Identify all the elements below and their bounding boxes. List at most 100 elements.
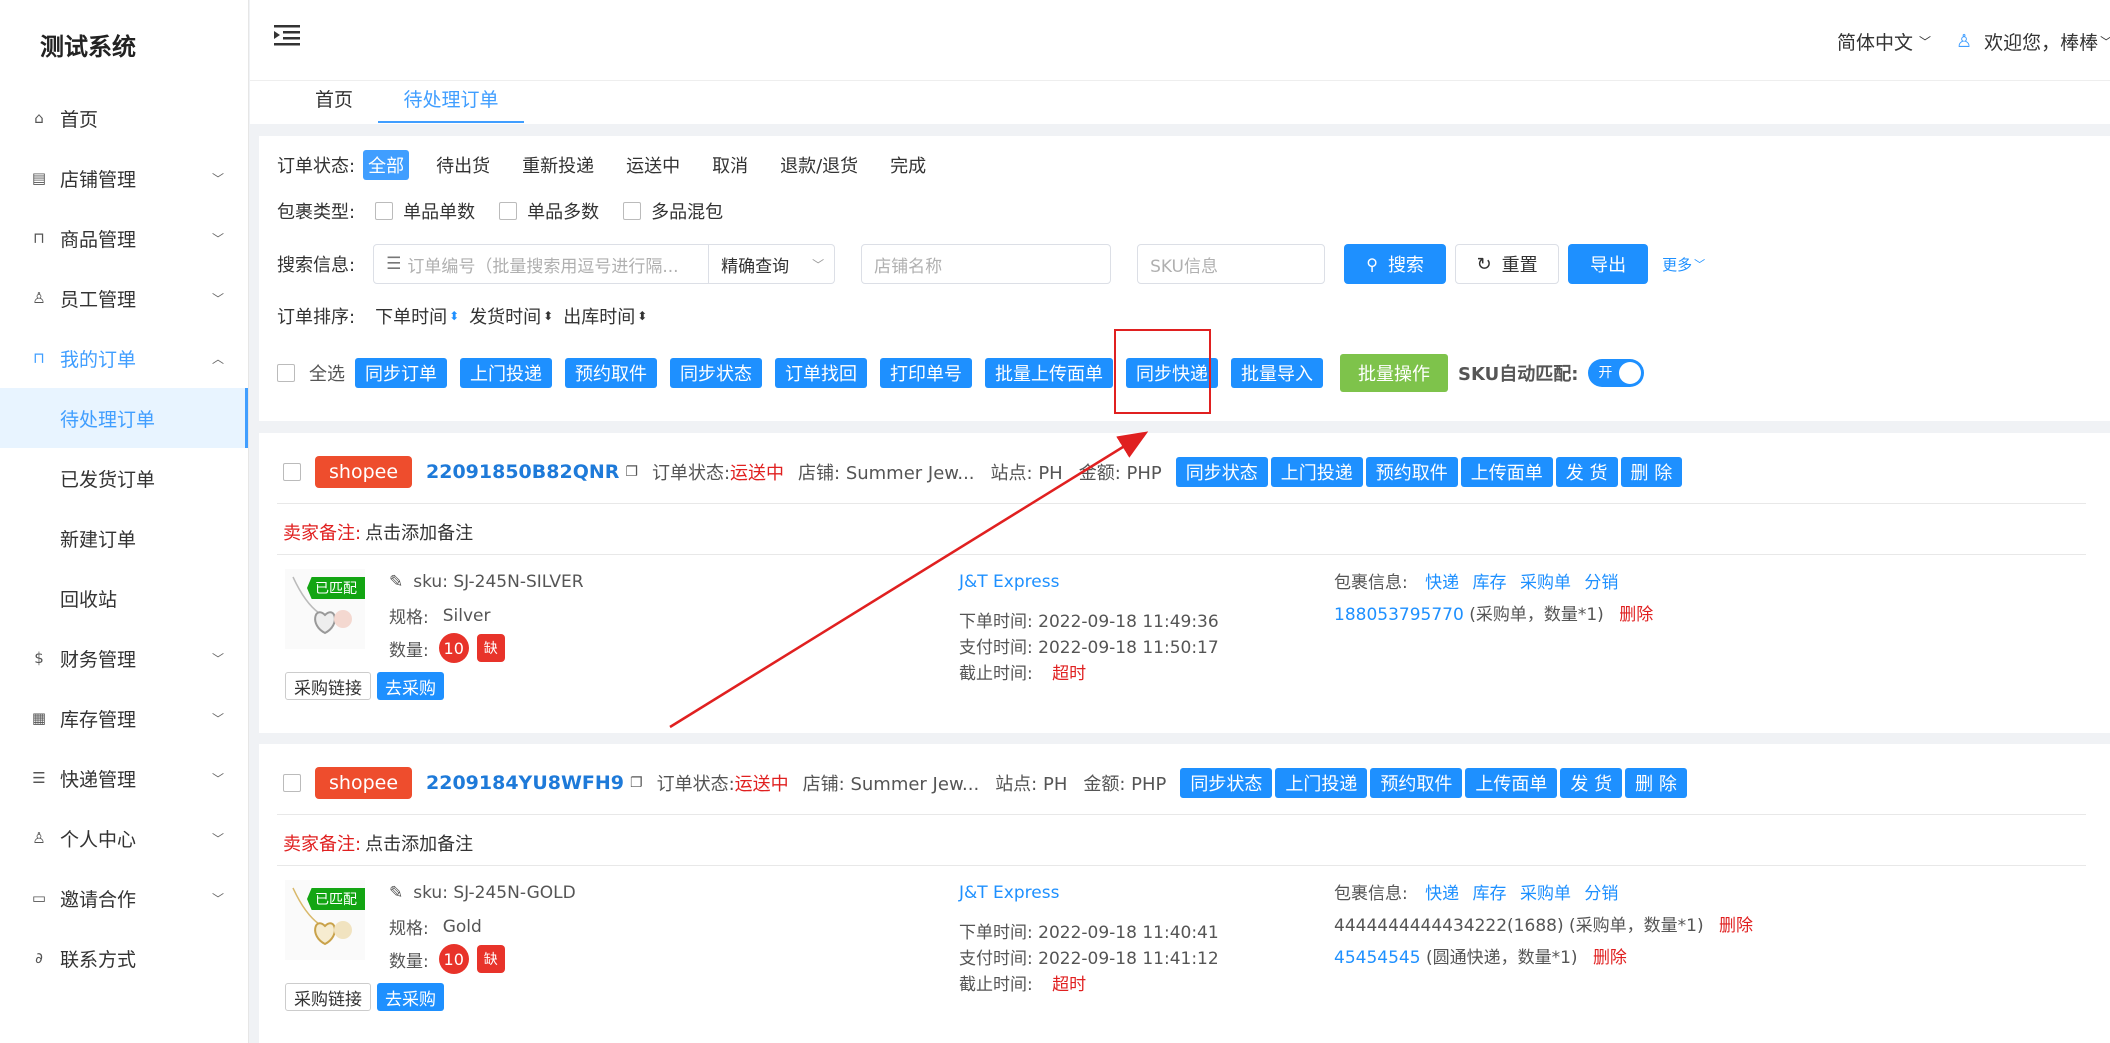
delete-button[interactable]: 删 除 [1620, 457, 1683, 487]
order-checkbox[interactable] [283, 463, 301, 481]
sort-option-outbound-time[interactable]: 出库时间 [563, 303, 635, 329]
sidebar-item-staff[interactable]: ♙ 员工管理 ﹀ [0, 268, 248, 328]
sort-icon[interactable]: ⬍ [543, 309, 553, 323]
schedule-pickup-button[interactable]: 预约取件 [565, 358, 657, 388]
sort-icon[interactable]: ⬍ [449, 309, 459, 323]
sidebar-subitem-shipped-orders[interactable]: 已发货订单 [0, 448, 248, 508]
sidebar-item-inventory[interactable]: ▦ 库存管理 ﹀ [0, 688, 248, 748]
batch-import-button[interactable]: 批量导入 [1231, 358, 1323, 388]
sidebar-subitem-pending-orders[interactable]: 待处理订单 [0, 388, 248, 448]
package-link-stock[interactable]: 库存 [1473, 884, 1507, 904]
package-link-distribution[interactable]: 分销 [1584, 884, 1618, 904]
sync-status-button[interactable]: 同步状态 [1180, 768, 1273, 798]
sku-input[interactable]: SKU信息 [1137, 244, 1326, 284]
sidebar-item-my-orders[interactable]: ⊓ 我的订单 ︿ [0, 328, 248, 388]
schedule-pickup-button[interactable]: 预约取件 [1365, 457, 1458, 487]
go-purchase-button[interactable]: 去采购 [377, 983, 444, 1011]
remark-add-link[interactable]: 点击添加备注 [365, 830, 473, 856]
ship-button[interactable]: 发 货 [1555, 457, 1618, 487]
status-option-refund[interactable]: 退款/退货 [775, 150, 863, 180]
package-id[interactable]: 45454545 [1334, 948, 1421, 968]
package-delete[interactable]: 删除 [1719, 916, 1753, 936]
sidebar-item-invite[interactable]: ▭ 邀请合作 ﹀ [0, 868, 248, 928]
edit-icon[interactable]: ✎ [389, 883, 403, 903]
menu-toggle-icon[interactable] [274, 24, 300, 46]
print-tracking-button[interactable]: 打印单号 [880, 358, 972, 388]
door-delivery-button[interactable]: 上门投递 [1270, 457, 1363, 487]
tab-home[interactable]: 首页 [304, 81, 364, 123]
sku-auto-match-toggle[interactable]: 开 [1588, 359, 1645, 387]
sort-icon[interactable]: ⬍ [637, 309, 647, 323]
batch-upload-label-button[interactable]: 批量上传面单 [985, 358, 1113, 388]
package-link-purchase[interactable]: 采购单 [1520, 884, 1571, 904]
package-id[interactable]: 188053795770 [1334, 605, 1464, 625]
sidebar-item-contact[interactable]: ∂ 联系方式 [0, 928, 248, 988]
status-option-cancel[interactable]: 取消 [707, 150, 753, 180]
sidebar-item-products[interactable]: ⊓ 商品管理 ﹀ [0, 208, 248, 268]
search-button[interactable]: ⚲ 搜索 [1344, 244, 1447, 284]
status-option-complete[interactable]: 完成 [885, 150, 931, 180]
select-all-checkbox[interactable] [277, 364, 295, 382]
schedule-pickup-button[interactable]: 预约取件 [1370, 768, 1463, 798]
tab-pending-orders[interactable]: 待处理订单 [378, 81, 524, 123]
order-amount: 金额: PHP [1078, 463, 1162, 484]
package-link-purchase[interactable]: 采购单 [1520, 573, 1571, 593]
user-menu[interactable]: ♙ 欢迎您，棒棒 ﹀ [1956, 28, 2110, 55]
delete-button[interactable]: 删 除 [1625, 768, 1687, 798]
order-number[interactable]: 2209184YU8WFH9 [426, 772, 624, 794]
status-option-pending-ship[interactable]: 待出货 [431, 150, 495, 180]
edit-icon[interactable]: ✎ [389, 572, 403, 592]
sidebar-subitem-recycle-bin[interactable]: 回收站 [0, 568, 248, 628]
door-delivery-button[interactable]: 上门投递 [1275, 768, 1368, 798]
sidebar-item-label: 邀请合作 [60, 888, 137, 911]
go-purchase-button[interactable]: 去采购 [377, 672, 444, 700]
sidebar-item-shop[interactable]: ▤ 店铺管理 ﹀ [0, 148, 248, 208]
ship-button[interactable]: 发 货 [1560, 768, 1623, 798]
carrier-name[interactable]: J&T Express [959, 880, 1219, 906]
carrier-name[interactable]: J&T Express [959, 569, 1219, 595]
upload-label-button[interactable]: 上传面单 [1465, 768, 1558, 798]
status-option-in-transit[interactable]: 运送中 [621, 150, 685, 180]
sidebar-item-express[interactable]: ☰ 快递管理 ﹀ [0, 748, 248, 808]
sync-status-button[interactable]: 同步状态 [1175, 457, 1268, 487]
upload-label-button[interactable]: 上传面单 [1460, 457, 1553, 487]
order-number[interactable]: 22091850B82QNR [426, 461, 619, 483]
order-checkbox[interactable] [283, 774, 301, 792]
package-link-express[interactable]: 快递 [1425, 573, 1459, 593]
search-label: 搜索信息: [277, 255, 356, 276]
sidebar-item-profile[interactable]: ♙ 个人中心 ﹀ [0, 808, 248, 868]
shop-name-input[interactable]: 店铺名称 [861, 244, 1112, 284]
sort-option-ship-time[interactable]: 发货时间 [469, 303, 541, 329]
status-option-redeliver[interactable]: 重新投递 [517, 150, 599, 180]
copy-icon[interactable]: ❐ [625, 464, 638, 480]
export-button[interactable]: 导出 [1568, 244, 1649, 284]
package-link-distribution[interactable]: 分销 [1584, 573, 1618, 593]
language-selector[interactable]: 简体中文 ﹀ [1837, 28, 1931, 55]
package-single-multi-checkbox[interactable] [499, 202, 518, 220]
sidebar-subitem-new-order[interactable]: 新建订单 [0, 508, 248, 568]
purchase-link-button[interactable]: 采购链接 [285, 983, 371, 1011]
package-id[interactable]: 4444444444434222(1688) [1334, 916, 1564, 936]
sync-status-button[interactable]: 同步状态 [670, 358, 762, 388]
sort-option-order-time[interactable]: 下单时间 [375, 303, 447, 329]
package-delete[interactable]: 删除 [1619, 605, 1653, 625]
remark-add-link[interactable]: 点击添加备注 [365, 519, 473, 545]
purchase-link-button[interactable]: 采购链接 [285, 672, 371, 700]
match-mode-select[interactable]: 精确查询 ﹀ [709, 244, 836, 284]
order-no-input[interactable]: ☰ 订单编号（批量搜索用逗号进行隔... [373, 244, 710, 284]
package-delete[interactable]: 删除 [1593, 948, 1627, 968]
door-delivery-button[interactable]: 上门投递 [460, 358, 552, 388]
more-toggle[interactable]: 更多 ﹀ [1662, 254, 1705, 275]
package-single-single-checkbox[interactable] [375, 202, 394, 220]
package-mixed-checkbox[interactable] [623, 202, 642, 220]
retrieve-order-button[interactable]: 订单找回 [775, 358, 867, 388]
copy-icon[interactable]: ❐ [630, 775, 643, 791]
package-link-express[interactable]: 快递 [1425, 884, 1459, 904]
sidebar-item-home[interactable]: ⌂ 首页 [0, 88, 248, 148]
batch-operations-button[interactable]: 批量操作 [1340, 354, 1448, 392]
reset-button[interactable]: ↻ 重置 [1455, 244, 1560, 284]
package-link-stock[interactable]: 库存 [1473, 573, 1507, 593]
sidebar-item-finance[interactable]: $ 财务管理 ﹀ [0, 628, 248, 688]
status-option-all[interactable]: 全部 [363, 150, 410, 180]
sync-orders-button[interactable]: 同步订单 [355, 358, 447, 388]
